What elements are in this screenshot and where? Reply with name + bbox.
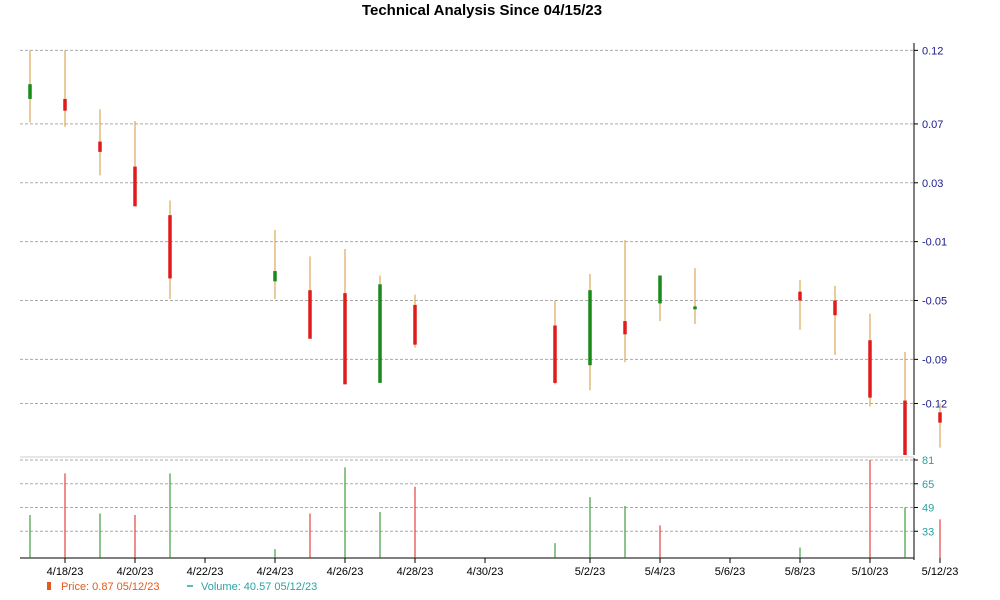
volume-bars <box>29 460 941 558</box>
price-tick-label: -0.01 <box>922 237 947 249</box>
x-tick-label: 5/4/23 <box>645 566 676 578</box>
candle <box>343 249 347 385</box>
x-tick-labels: 4/18/23 4/20/23 4/22/23 4/24/23 4/26/23 4/28/… <box>47 558 959 578</box>
candle-body <box>553 325 557 383</box>
candle <box>413 294 417 348</box>
candle-body <box>168 215 172 279</box>
chart-title: Technical Analysis Since 04/15/23 <box>362 2 602 19</box>
candle-body <box>903 400 907 455</box>
candle <box>588 274 592 391</box>
candle <box>658 275 662 322</box>
legend-price-marker <box>47 582 51 590</box>
candle <box>273 229 277 300</box>
volume-tick-labels: 81 65 49 33 <box>914 455 934 538</box>
price-tick-label: -0.05 <box>922 296 947 308</box>
candle <box>903 352 907 455</box>
x-tick-label: 4/26/23 <box>327 566 364 578</box>
candle <box>868 313 872 407</box>
candle <box>63 50 67 127</box>
candle <box>168 200 172 300</box>
x-tick-label: 4/22/23 <box>187 566 224 578</box>
candle-body <box>98 141 102 152</box>
price-tick-label: -0.12 <box>922 399 947 411</box>
price-tick-label: 0.07 <box>922 119 943 131</box>
x-tick-label: 5/8/23 <box>785 566 816 578</box>
candle-body <box>28 84 32 99</box>
candle-body <box>798 291 802 301</box>
candles <box>28 50 942 455</box>
candle <box>98 109 102 176</box>
candle-body <box>833 300 837 316</box>
volume-tick-label: 33 <box>922 526 934 538</box>
candle <box>833 285 837 355</box>
x-tick-label: 5/10/23 <box>852 566 889 578</box>
x-tick-label: 5/12/23 <box>922 566 959 578</box>
candle-body <box>693 306 697 310</box>
price-grid <box>20 49 914 404</box>
x-tick-label: 5/2/23 <box>575 566 606 578</box>
volume-grid <box>20 459 914 532</box>
candle-body <box>588 290 592 366</box>
volume-tick-label: 65 <box>922 479 934 491</box>
candle <box>133 120 137 207</box>
price-tick-labels: 0.12 0.07 0.03 -0.01 -0.05 -0.09 -0.12 <box>914 45 947 411</box>
candle <box>28 50 32 123</box>
x-tick-label: 4/20/23 <box>117 566 154 578</box>
price-tick-label: 0.03 <box>922 178 943 190</box>
candle-body <box>378 284 382 383</box>
candle <box>553 300 557 385</box>
x-tick-label: 4/18/23 <box>47 566 84 578</box>
candle-body <box>658 275 662 304</box>
price-tick-label: 0.12 <box>922 45 943 57</box>
candle-body <box>133 166 137 207</box>
candle-body <box>308 290 312 339</box>
candle <box>623 240 627 363</box>
candle-body <box>623 321 627 335</box>
candle-body <box>343 293 347 385</box>
x-tick-label: 4/24/23 <box>257 566 294 578</box>
candle-body <box>413 304 417 345</box>
candle <box>798 279 802 330</box>
candle-body <box>63 98 67 111</box>
volume-tick-label: 81 <box>922 455 934 467</box>
legend-volume-label: Volume: 40.57 05/12/23 <box>201 581 317 593</box>
legend-price-label: Price: 0.87 05/12/23 <box>61 581 159 593</box>
candle-body <box>868 340 872 398</box>
x-tick-label: 4/30/23 <box>467 566 504 578</box>
x-tick-label: 5/6/23 <box>715 566 746 578</box>
volume-tick-label: 49 <box>922 503 934 515</box>
price-tick-label: -0.09 <box>922 354 947 366</box>
x-tick-label: 4/28/23 <box>397 566 434 578</box>
candlestick-chart: Technical Analysis Since 04/15/23 0.120.… <box>20 2 959 593</box>
candle-body <box>273 271 277 282</box>
candle-body <box>938 412 942 423</box>
candle <box>693 268 697 325</box>
legend: Price: 0.87 05/12/23 Volume: 40.57 05/12… <box>47 581 317 593</box>
candle <box>378 275 382 383</box>
candle <box>308 256 312 339</box>
